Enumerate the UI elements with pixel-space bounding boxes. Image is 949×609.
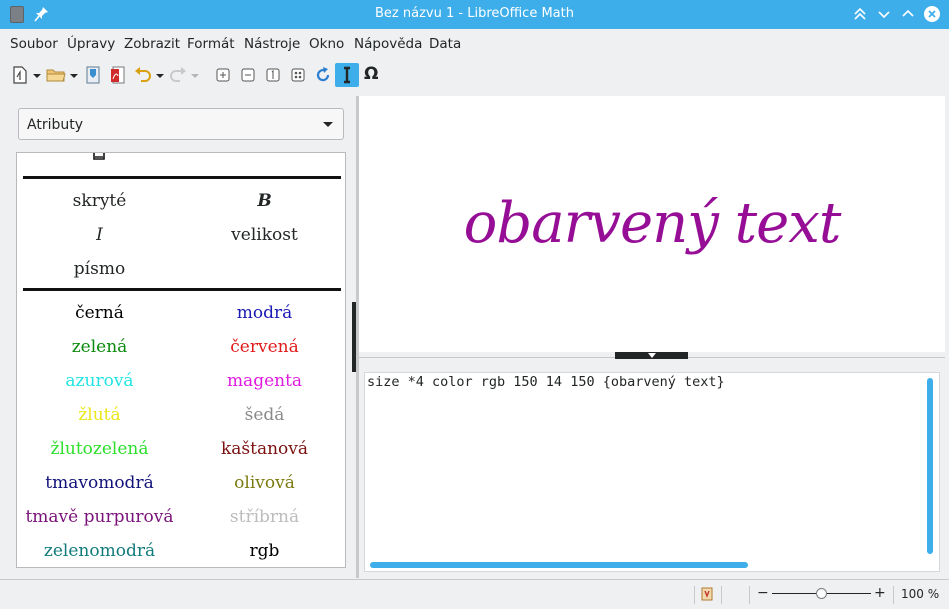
element-color-1[interactable]: černá — [17, 302, 182, 324]
element-color-8[interactable]: šedá — [182, 404, 345, 426]
formula-preview[interactable]: obarvený text — [359, 96, 945, 352]
editor-vertical-scrollbar[interactable] — [927, 378, 933, 554]
new-dropdown-arrow[interactable] — [33, 74, 41, 78]
element-font[interactable]: písmo — [17, 258, 182, 280]
title-bar: Bez názvu 1 - LibreOffice Math — [0, 0, 949, 29]
element-color-6[interactable]: magenta — [182, 370, 345, 392]
element-italic[interactable]: I — [17, 224, 182, 246]
maximize-icon[interactable] — [899, 5, 917, 23]
zoom-in-icon[interactable] — [211, 63, 235, 87]
element-color-5[interactable]: azurová — [17, 370, 182, 392]
window-title: Bez názvu 1 - LibreOffice Math — [375, 6, 574, 21]
minimize-icon[interactable] — [875, 5, 893, 23]
status-bar: − + 100 % — [0, 579, 949, 609]
partial-symbol-icon — [93, 153, 105, 160]
symbols-omega-icon[interactable]: Ω — [361, 63, 385, 87]
status-divider — [893, 586, 894, 604]
rendered-formula: obarvený text — [463, 191, 842, 256]
element-color-7[interactable]: žlutá — [17, 404, 182, 426]
undo-dropdown-arrow[interactable] — [156, 74, 164, 78]
elements-category-dropdown[interactable]: Atributy — [18, 108, 344, 140]
menu-zobrazit[interactable]: Zobrazit — [124, 36, 180, 52]
elements-category-label: Atributy — [27, 117, 83, 133]
undo-icon[interactable] — [131, 63, 155, 87]
menu-nastroje[interactable]: Nástroje — [244, 36, 300, 52]
open-folder-icon[interactable] — [44, 63, 68, 87]
chevron-down-icon — [648, 353, 656, 358]
standard-toolbar: Ω — [0, 58, 949, 94]
element-bold[interactable]: B — [182, 190, 345, 212]
formula-editor[interactable]: size *4 color rgb 150 14 150 {obarvený t… — [364, 372, 940, 572]
zoom-100-icon[interactable] — [261, 63, 285, 87]
panel-collapse-handle[interactable] — [352, 302, 356, 372]
new-document-icon[interactable] — [8, 63, 32, 87]
element-color-12[interactable]: olivová — [182, 472, 345, 494]
zoom-out-icon[interactable] — [236, 63, 260, 87]
status-divider — [721, 586, 722, 604]
keep-above-icon[interactable] — [851, 5, 869, 23]
formula-source-text: size *4 color rgb 150 14 150 {obarvený t… — [367, 374, 725, 390]
element-color-16[interactable]: rgb — [182, 540, 345, 562]
element-color-15[interactable]: zelenomodrá — [17, 540, 182, 562]
menu-bar: Soubor Úpravy Zobrazit Formát Nástroje O… — [0, 29, 949, 58]
element-color-9[interactable]: žlutozelená — [17, 438, 182, 460]
group-separator — [23, 288, 341, 291]
zoom-in-button[interactable]: + — [874, 585, 886, 601]
save-icon[interactable] — [81, 63, 105, 87]
menu-napoveda[interactable]: Nápověda — [354, 36, 422, 52]
open-dropdown-arrow[interactable] — [70, 74, 78, 78]
update-icon[interactable] — [311, 63, 335, 87]
element-size[interactable]: velikost — [182, 224, 345, 246]
redo-dropdown-arrow — [191, 74, 199, 78]
menu-upravy[interactable]: Úpravy — [67, 36, 115, 52]
element-color-2[interactable]: modrá — [182, 302, 345, 324]
chevron-down-icon — [323, 122, 333, 127]
zoom-slider-knob[interactable] — [815, 588, 827, 599]
element-hidden[interactable]: skryté — [17, 190, 182, 212]
zoom-out-button[interactable]: − — [757, 585, 769, 601]
status-divider — [694, 586, 695, 604]
editor-horizontal-scrollbar[interactable] — [370, 562, 748, 568]
group-separator — [23, 176, 341, 179]
redo-icon — [166, 63, 190, 87]
menu-data[interactable]: Data — [429, 36, 461, 52]
element-color-13[interactable]: tmavě purpurová — [17, 506, 182, 528]
formula-cursor-icon[interactable] — [335, 63, 359, 87]
element-color-14[interactable]: stříbrná — [182, 506, 345, 528]
menu-soubor[interactable]: Soubor — [10, 36, 58, 52]
omega-glyph: Ω — [364, 64, 379, 84]
element-color-11[interactable]: tmavomodrá — [17, 472, 182, 494]
zoom-percentage[interactable]: 100 % — [901, 587, 939, 601]
menu-format[interactable]: Formát — [187, 36, 235, 52]
element-color-3[interactable]: zelená — [17, 336, 182, 358]
show-all-icon[interactable] — [286, 63, 310, 87]
element-color-4[interactable]: červená — [182, 336, 345, 358]
menu-okno[interactable]: Okno — [309, 36, 344, 52]
close-icon[interactable] — [923, 5, 941, 23]
elements-list: skryté B I velikost písmo černá modrá zele… — [16, 152, 346, 568]
element-color-10[interactable]: kaštanová — [182, 438, 345, 460]
status-divider — [749, 586, 750, 604]
document-modified-icon[interactable] — [701, 587, 713, 601]
export-pdf-icon[interactable] — [106, 63, 130, 87]
